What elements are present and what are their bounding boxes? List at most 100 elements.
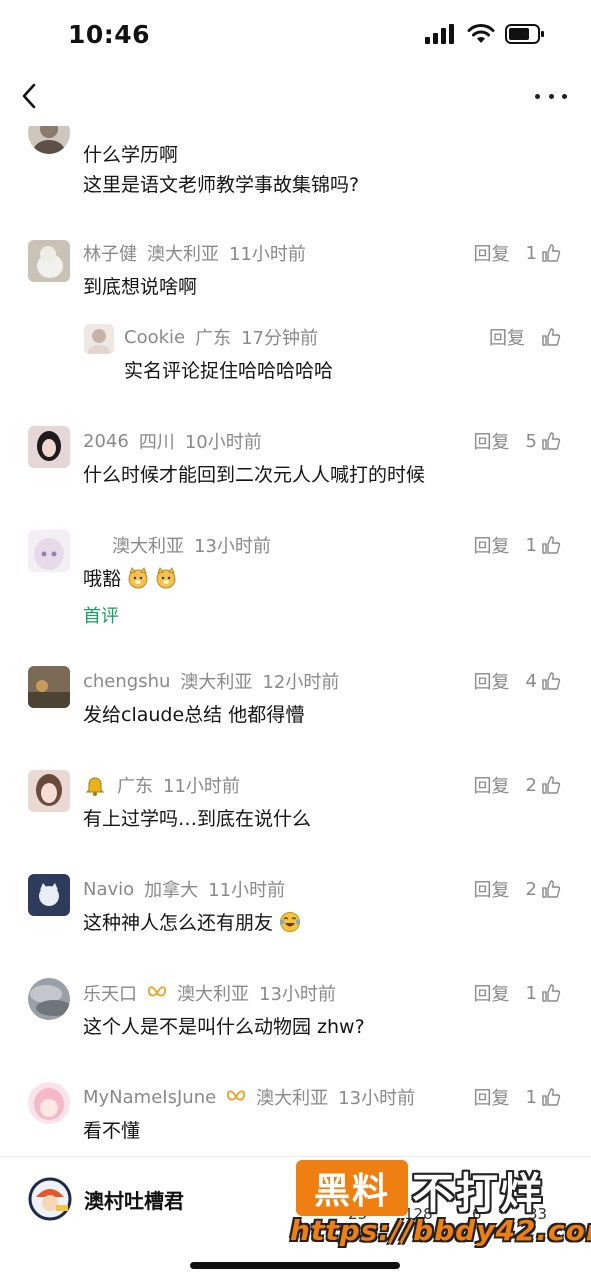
cellular-signal-icon <box>425 24 454 44</box>
like-button[interactable]: 4 <box>526 671 561 692</box>
reply-button[interactable]: 回复 <box>474 668 510 694</box>
avatar[interactable] <box>28 978 70 1020</box>
thumbs-up-icon <box>542 672 561 690</box>
comment-meta: Navio 加拿大 11小时前 <box>83 876 285 902</box>
username[interactable]: chengshu <box>83 671 170 692</box>
avatar[interactable] <box>28 126 70 154</box>
watermark-badge: 黑料 <box>296 1160 408 1216</box>
thumbs-up-icon <box>542 432 561 450</box>
timestamp: 13小时前 <box>194 536 271 557</box>
comment-actions: 回复 5 <box>474 428 561 454</box>
comment-list[interactable]: 什么学历啊 这里是语文老师教学事故集锦吗? 林子健 澳大利亚 11小时前 回复 … <box>0 126 591 1156</box>
comment-meta: 广东 11小时前 <box>83 772 240 798</box>
comment-text: 有上过学吗…到底在说什么 <box>83 808 312 830</box>
comment-meta: 乐天口 澳大利亚 13小时前 <box>83 980 336 1006</box>
nav-bar <box>0 70 591 126</box>
reply-button[interactable]: 回复 <box>489 324 525 350</box>
battery-icon <box>505 24 544 44</box>
location: 澳大利亚 <box>256 1088 329 1109</box>
comment-actions: 回复 2 <box>474 876 561 902</box>
location: 澳大利亚 <box>147 244 219 265</box>
account-name[interactable]: 澳村吐槽君 <box>84 1185 184 1214</box>
username[interactable]: Navio <box>83 879 134 900</box>
username[interactable]: 林子健 <box>83 240 137 266</box>
thumbs-up-icon <box>542 536 561 554</box>
avatar[interactable] <box>28 426 70 468</box>
comment-text: 哦豁 <box>83 564 177 594</box>
comment-actions: 回复 2 <box>474 772 561 798</box>
location: 澳大利亚 <box>112 536 184 557</box>
location: 广东 <box>195 328 232 349</box>
location: 广东 <box>117 776 153 797</box>
chevron-left-icon <box>22 83 36 109</box>
comment-text: 这里是语文老师教学事故集锦吗? <box>83 174 360 196</box>
like-button[interactable]: 1 <box>526 243 561 264</box>
comment-text-content: 这种神人怎么还有朋友 <box>83 912 274 934</box>
account-avatar[interactable] <box>28 1177 72 1221</box>
reply-button[interactable]: 回复 <box>474 1084 510 1110</box>
timestamp: 10小时前 <box>184 432 262 453</box>
like-button[interactable]: 1 <box>526 535 561 556</box>
like-count: 1 <box>525 242 537 264</box>
avatar[interactable] <box>28 240 70 282</box>
location: 加拿大 <box>144 880 199 901</box>
comment-text: 这种神人怎么还有朋友 <box>83 908 301 938</box>
home-indicator[interactable] <box>190 1262 400 1269</box>
like-button[interactable]: 2 <box>526 879 561 900</box>
like-count: 1 <box>525 534 537 556</box>
comment-text: 到底想说啥啊 <box>83 276 198 298</box>
avatar[interactable] <box>84 324 114 354</box>
comment-text: 这个人是不是叫什么动物园 zhw? <box>83 1016 365 1038</box>
more-options-button[interactable] <box>535 82 567 110</box>
location: 澳大利亚 <box>180 672 253 693</box>
comment-actions: 回复 1 <box>474 1084 561 1110</box>
username[interactable]: Cookie <box>124 327 185 348</box>
status-icons <box>425 24 545 44</box>
like-button[interactable]: 5 <box>526 431 561 452</box>
username[interactable]: MyNameIsJune <box>83 1087 216 1108</box>
comment-text: 发给claude总结 他都得懵 <box>83 704 305 726</box>
avatar[interactable] <box>28 1082 70 1124</box>
like-count: 5 <box>525 430 537 452</box>
reply-button[interactable]: 回复 <box>474 240 510 266</box>
like-button[interactable]: 1 <box>526 1087 561 1108</box>
wifi-icon <box>467 24 495 43</box>
timestamp: 17分钟前 <box>241 328 318 349</box>
reply-button[interactable]: 回复 <box>474 772 510 798</box>
comment-text: 看不懂 <box>83 1120 141 1142</box>
comment-meta: 林子健 澳大利亚 11小时前 <box>83 240 306 266</box>
username[interactable]: 2046 <box>83 431 129 452</box>
comment-meta: 2046 四川 10小时前 <box>83 428 262 454</box>
comment-actions: 回复 1 <box>474 240 561 266</box>
avatar[interactable] <box>28 530 70 572</box>
back-button[interactable] <box>16 80 46 112</box>
avatar[interactable] <box>28 770 70 812</box>
like-button[interactable]: 2 <box>526 775 561 796</box>
reply-button[interactable]: 回复 <box>474 980 510 1006</box>
doge-emoji-icon <box>128 567 148 589</box>
comment-actions: 回复 <box>489 324 561 350</box>
like-count: 4 <box>525 670 537 692</box>
location: 四川 <box>138 432 175 453</box>
reply-button[interactable]: 回复 <box>474 532 510 558</box>
timestamp: 13小时前 <box>259 984 336 1005</box>
avatar[interactable] <box>28 666 70 708</box>
username[interactable]: 乐天口 <box>83 980 137 1006</box>
thumbs-up-icon <box>542 984 561 1002</box>
avatar[interactable] <box>28 874 70 916</box>
like-button[interactable]: 1 <box>526 983 561 1004</box>
doge-emoji-icon <box>156 567 176 589</box>
comment-meta: 澳大利亚 13小时前 <box>112 532 271 558</box>
watermark: 黑料 不打烊 https://bbdy42.com <box>290 1154 591 1250</box>
like-count: 2 <box>525 774 537 796</box>
reply-button[interactable]: 回复 <box>474 876 510 902</box>
comment-meta: MyNameIsJune 澳大利亚 13小时前 <box>83 1084 415 1110</box>
reply-button[interactable]: 回复 <box>474 428 510 454</box>
status-time: 10:46 <box>68 20 151 49</box>
location: 澳大利亚 <box>177 984 249 1005</box>
comment-text-content: 哦豁 <box>83 568 122 590</box>
like-button[interactable] <box>541 327 561 347</box>
tears-of-joy-emoji-icon <box>280 912 301 932</box>
comment-actions: 回复 4 <box>474 668 561 694</box>
comment-text: 什么时候才能回到二次元人人喊打的时候 <box>83 464 426 486</box>
